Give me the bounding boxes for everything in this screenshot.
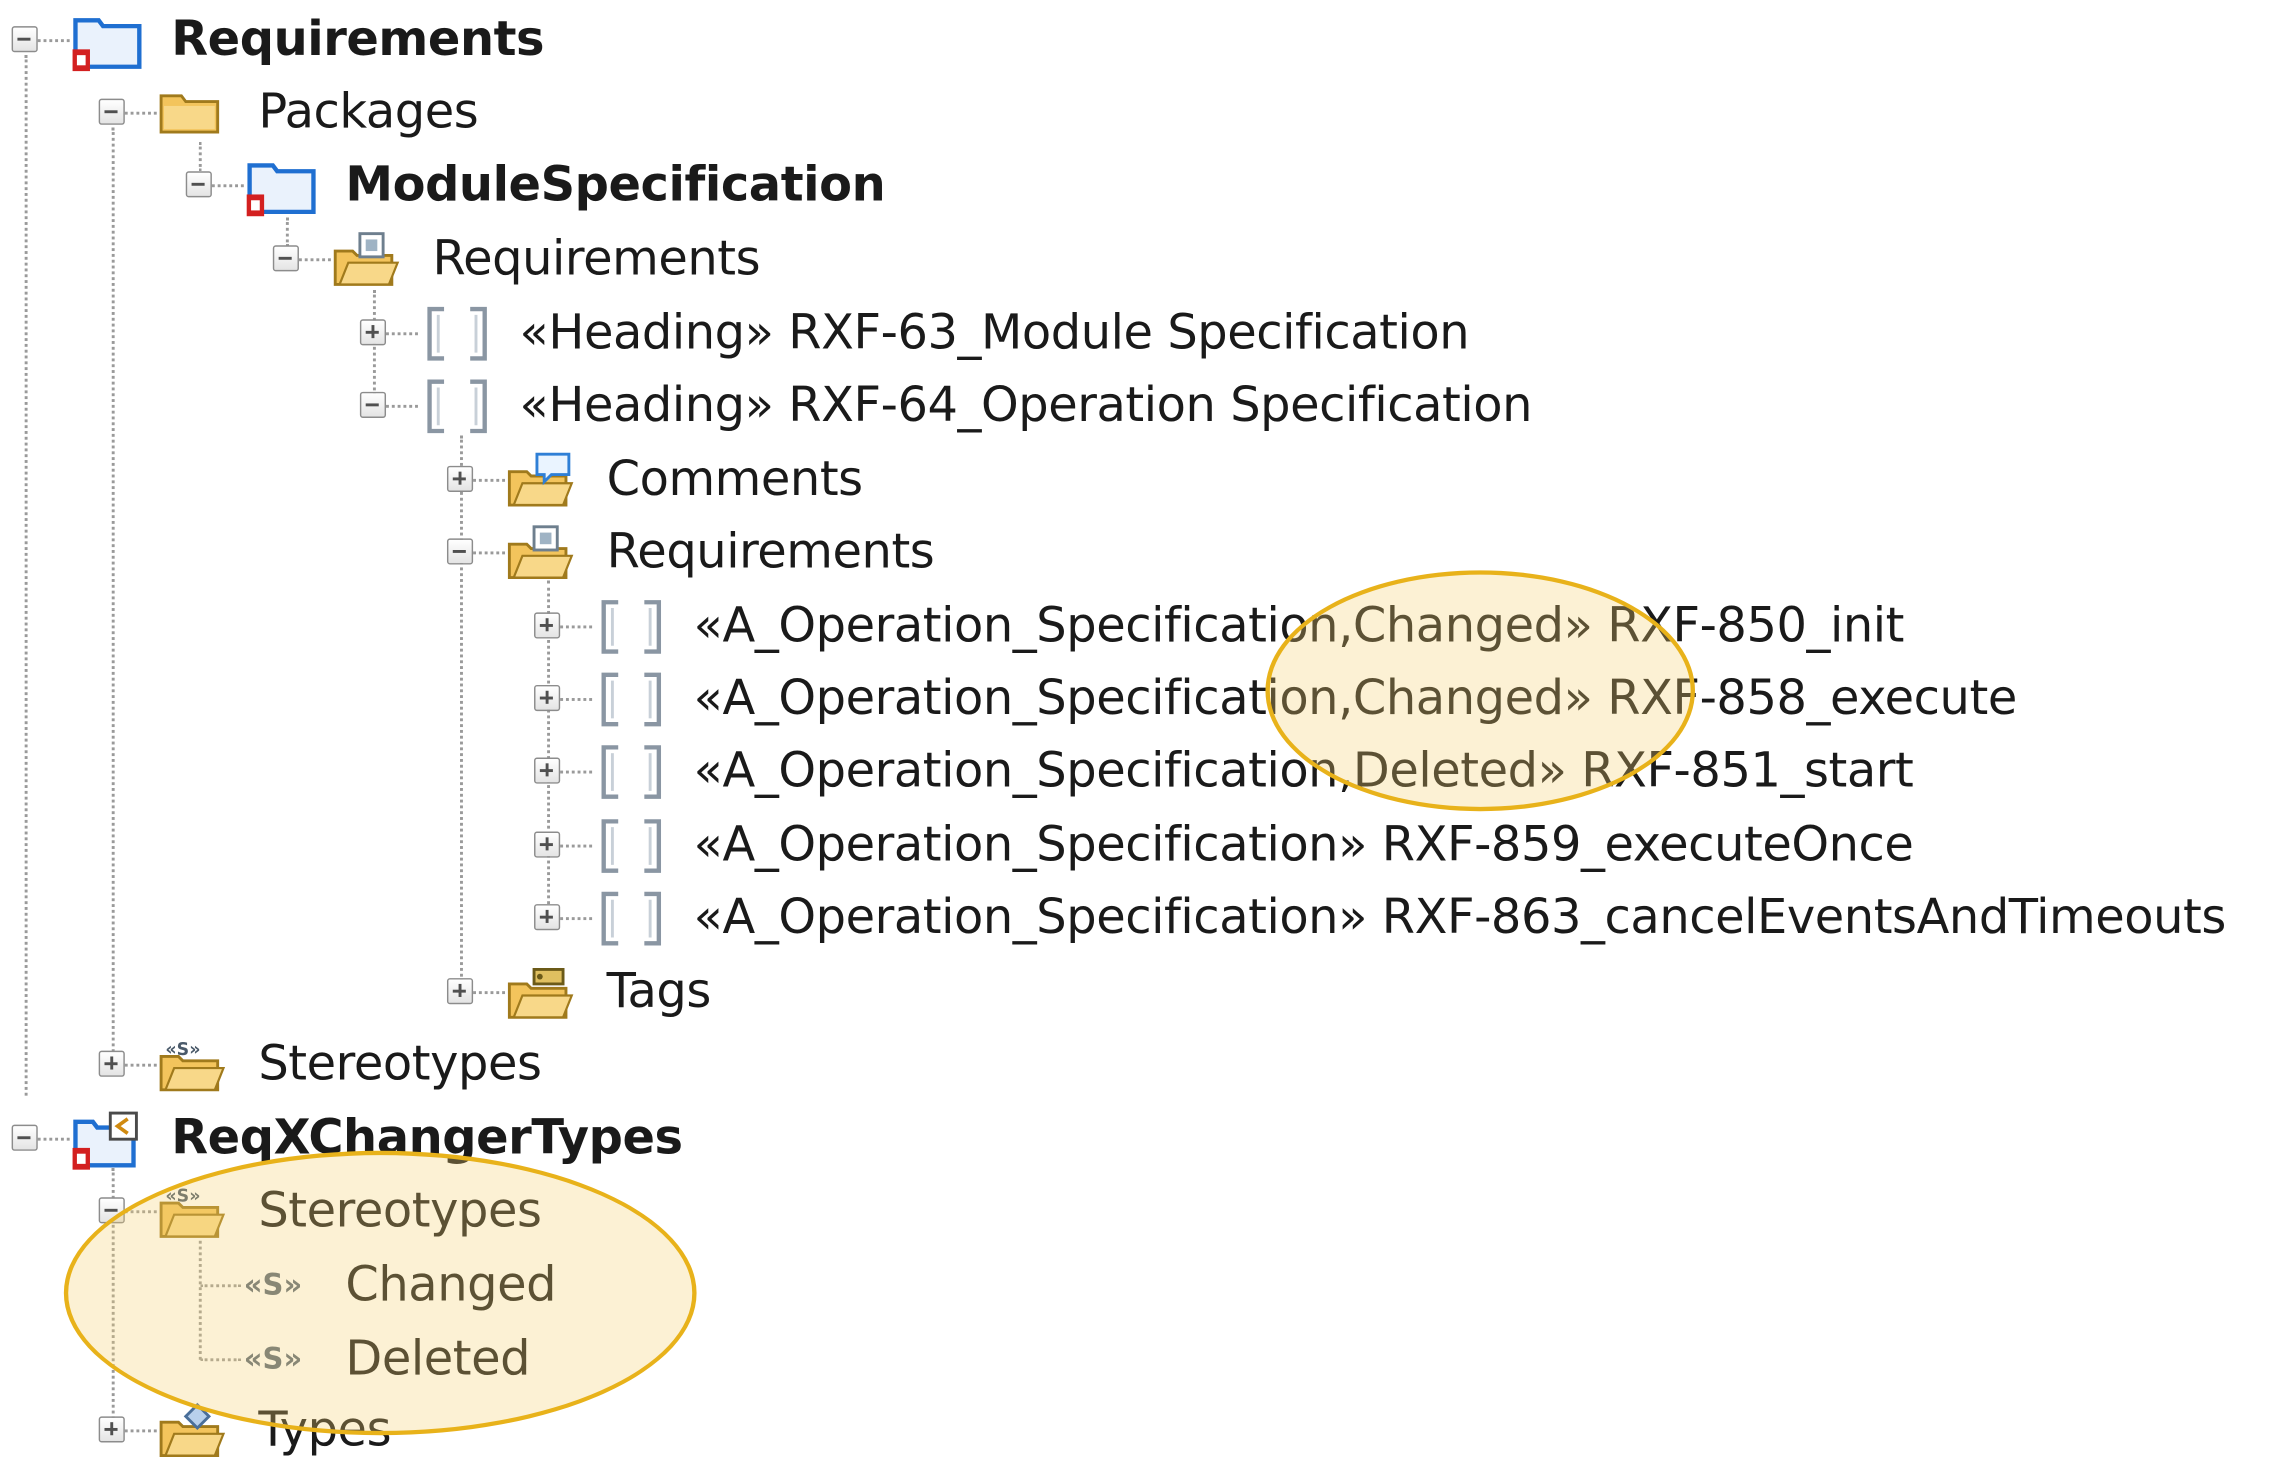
tree-node-requirement-rxf-859[interactable]: «A_Operation_Specification» RXF-859_exec… <box>522 808 1973 881</box>
package-icon <box>244 157 316 217</box>
collapse-toggle[interactable] <box>272 245 299 272</box>
tree-node-requirement-rxf-851[interactable]: «A_Operation_Specification,Deleted» RXF-… <box>522 734 1973 807</box>
stereotype-icon: «S» <box>243 1340 303 1376</box>
tree-node-heading-rxf-63[interactable]: «Heading» RXF-63_Module Specification <box>348 296 1538 369</box>
stereotype-folder-icon: «S» <box>157 1036 226 1092</box>
node-label: ModuleSpecification <box>345 155 886 212</box>
requirement-bracket-icon <box>595 670 662 727</box>
tree-node-module-specification[interactable]: ModuleSpecification <box>174 148 900 221</box>
node-label: Comments <box>606 449 864 507</box>
node-label: «A_Operation_Specification» RXF-859_exec… <box>693 815 1914 873</box>
expand-toggle[interactable] <box>534 684 561 712</box>
tree-node-reqxchanger-types[interactable]: ReqXChangerTypes <box>0 1101 726 1174</box>
collapse-toggle[interactable] <box>98 98 125 125</box>
node-label: Deleted <box>345 1329 531 1386</box>
tag-folder-icon <box>505 964 574 1019</box>
node-label: Tags <box>606 962 712 1019</box>
collapse-toggle[interactable] <box>11 1124 38 1151</box>
expand-toggle[interactable] <box>98 1050 125 1077</box>
expand-toggle[interactable] <box>98 1416 125 1443</box>
node-label: Types <box>258 1400 392 1458</box>
svg-text:«S»: «S» <box>165 1040 200 1060</box>
requirement-bracket-icon <box>421 305 488 361</box>
expand-toggle[interactable] <box>534 831 561 858</box>
tree-node-requirement-rxf-858[interactable]: «A_Operation_Specification,Changed» RXF-… <box>522 662 2060 735</box>
tree-node-stereotype-changed[interactable]: «S» Changed <box>174 1248 609 1321</box>
node-label: Stereotypes <box>258 1181 542 1238</box>
tree-node-requirements-sub[interactable]: Requirements <box>435 515 1015 588</box>
collapse-toggle[interactable] <box>359 391 387 418</box>
stereotype-folder-icon: «S» <box>157 1183 226 1238</box>
requirement-bracket-icon <box>595 817 662 873</box>
node-label: «Heading» RXF-63_Module Specification <box>519 303 1470 360</box>
profile-icon <box>70 1110 138 1170</box>
node-label: «A_Operation_Specification» RXF-863_canc… <box>693 888 2227 945</box>
expand-toggle[interactable] <box>534 904 561 931</box>
stereotype-icon: «S» <box>243 1266 303 1302</box>
tree-node-stereotypes-reqxchanger[interactable]: «S» Stereotypes <box>87 1174 609 1247</box>
expand-toggle[interactable] <box>446 465 474 492</box>
requirement-bracket-icon <box>421 377 488 434</box>
tree-node-stereotypes[interactable]: «S» Stereotypes <box>87 1027 609 1100</box>
node-label: «Heading» RXF-64_Operation Specification <box>519 375 1533 433</box>
collapse-toggle[interactable] <box>446 538 474 565</box>
requirement-folder-icon <box>505 524 574 580</box>
tree-connector <box>111 127 115 1064</box>
expand-toggle[interactable] <box>359 319 387 346</box>
node-label: Requirements <box>432 229 761 286</box>
type-folder-icon <box>157 1402 226 1458</box>
svg-text:«S»: «S» <box>165 1187 200 1207</box>
comment-folder-icon <box>505 451 574 507</box>
node-label: Stereotypes <box>258 1034 542 1092</box>
node-label: Requirements <box>171 10 545 67</box>
requirement-bracket-icon <box>595 743 662 799</box>
package-icon <box>70 12 142 72</box>
expand-toggle[interactable] <box>534 612 561 639</box>
tree-node-requirements-root[interactable]: Requirements <box>0 3 580 76</box>
tree-connector <box>24 55 28 1096</box>
requirement-bracket-icon <box>595 598 662 654</box>
collapse-toggle[interactable] <box>11 26 38 53</box>
node-label: Packages <box>258 82 479 140</box>
tree-node-packages[interactable]: Packages <box>87 75 522 148</box>
folder-icon <box>157 84 224 139</box>
tree-node-types[interactable]: Types <box>87 1393 522 1466</box>
tree-node-stereotype-deleted[interactable]: «S» Deleted <box>174 1322 609 1395</box>
node-label: Requirements <box>606 522 935 580</box>
tree-node-requirements-folder[interactable]: Requirements <box>261 222 841 295</box>
tree-node-tags[interactable]: Tags <box>435 955 870 1028</box>
node-label: «A_Operation_Specification,Deleted» RXF-… <box>693 741 1914 799</box>
model-browser-tree: Requirements Packages ModuleSpecificatio… <box>0 0 2274 1477</box>
node-label: Changed <box>345 1255 557 1312</box>
tree-node-requirement-rxf-863[interactable]: «A_Operation_Specification» RXF-863_canc… <box>522 881 2263 954</box>
collapse-toggle[interactable] <box>98 1197 125 1224</box>
tree-node-comments[interactable]: Comments <box>435 443 957 516</box>
requirement-folder-icon <box>331 231 400 286</box>
tree-node-heading-rxf-64[interactable]: «Heading» RXF-64_Operation Specification <box>348 369 1596 442</box>
node-label: «A_Operation_Specification,Changed» RXF-… <box>693 596 1905 654</box>
tree-node-requirement-rxf-850[interactable]: «A_Operation_Specification,Changed» RXF-… <box>522 589 1973 662</box>
collapse-toggle[interactable] <box>185 171 212 198</box>
node-label: «A_Operation_Specification,Changed» RXF-… <box>693 669 2018 726</box>
node-label: ReqXChangerTypes <box>171 1108 683 1166</box>
expand-toggle[interactable] <box>446 978 474 1005</box>
requirement-bracket-icon <box>595 890 662 946</box>
expand-toggle[interactable] <box>534 757 561 784</box>
